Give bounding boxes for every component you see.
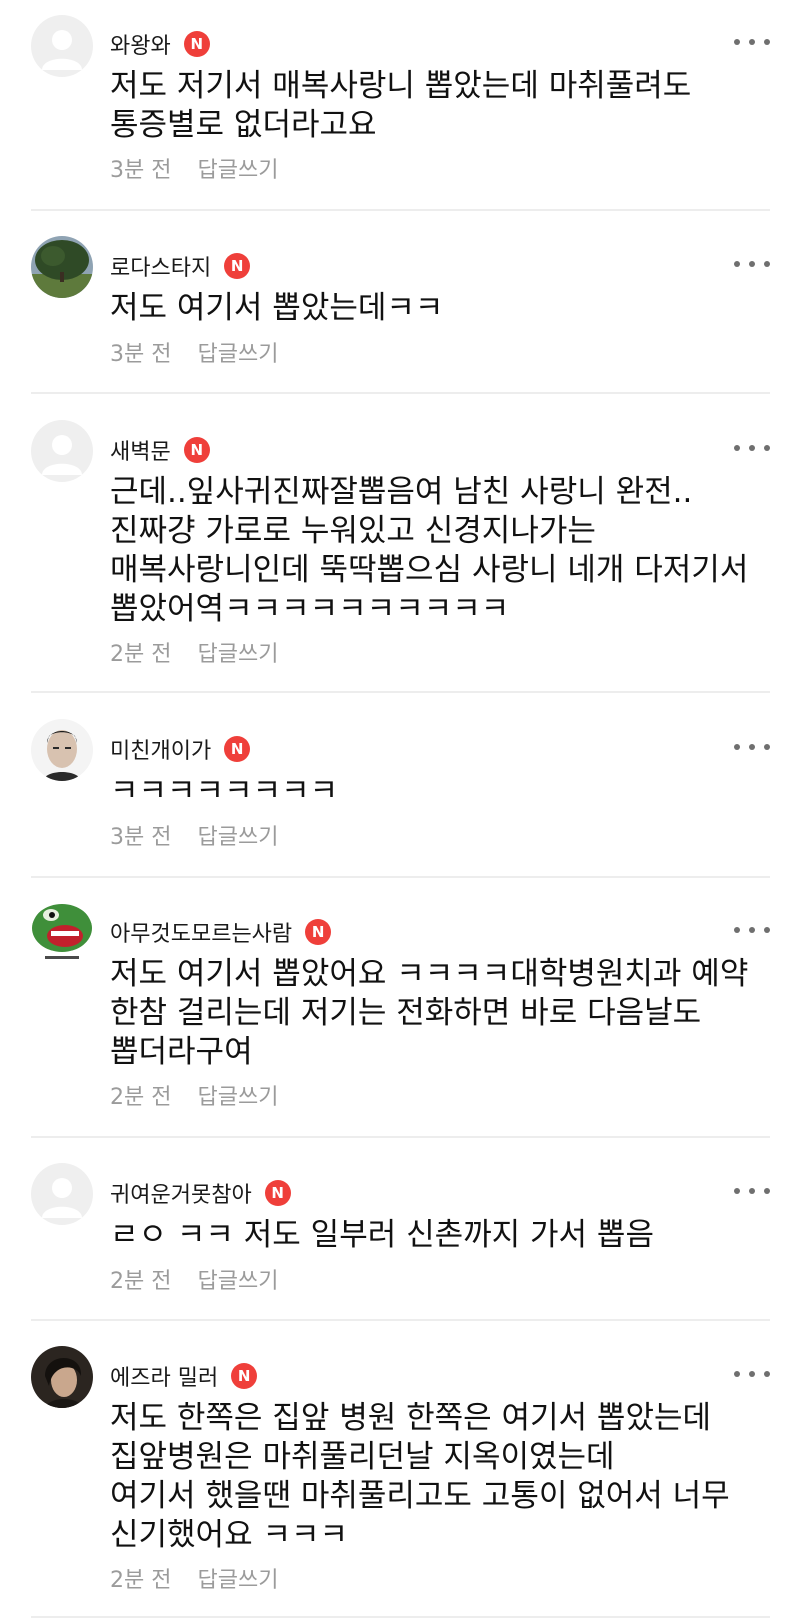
comment-meta: 3분 전 답글쓰기	[110, 336, 278, 368]
divider	[31, 1319, 770, 1321]
username[interactable]: 아무것도모르는사람	[110, 916, 292, 948]
more-options-button[interactable]	[734, 436, 770, 460]
default-avatar[interactable]	[31, 1163, 93, 1225]
person-portrait-photo[interactable]	[31, 1346, 93, 1408]
username-row: 에즈라 밀러 N	[110, 1360, 258, 1392]
timestamp: 3분 전	[110, 825, 172, 850]
username[interactable]: 로다스타지	[110, 250, 211, 282]
username-row: 새벽문 N	[110, 435, 210, 465]
divider	[31, 1616, 770, 1618]
comment-text: 저도 여기서 뽑았어요 ㅋㅋㅋㅋ대학병원치과 예약 한참 걸리는데 저기는 전화…	[110, 956, 759, 1070]
default-avatar[interactable]	[31, 15, 93, 77]
username-row: 로다스타지 N	[110, 250, 251, 282]
comment-text: 저도 한쪽은 집앞 병원 한쪽은 여기서 뽑았는데 집앞병원은 마취풀리던날 지…	[110, 1400, 730, 1553]
new-badge-icon: N	[224, 253, 251, 279]
new-badge-icon: N	[231, 1363, 258, 1389]
divider	[31, 1136, 770, 1138]
frog-cartoon[interactable]	[31, 902, 93, 964]
comment-meta: 3분 전 답글쓰기	[110, 152, 278, 184]
reply-link[interactable]: 답글쓰기	[197, 1079, 278, 1111]
comment-text: ㅋㅋㅋㅋㅋㅋㅋㅋ	[110, 773, 339, 809]
divider	[31, 392, 770, 394]
timestamp: 2분 전	[110, 642, 172, 667]
more-options-button[interactable]	[734, 252, 770, 276]
username[interactable]: 귀여운거못참아	[110, 1177, 252, 1209]
more-options-button[interactable]	[734, 735, 770, 759]
comment-text: 저도 여기서 뽑았는데ㅋㅋ	[110, 290, 444, 326]
comment-text: 저도 저기서 매복사랑니 뽑았는데 마취풀려도 통증별로 없더라고요	[110, 68, 702, 143]
reply-link[interactable]: 답글쓰기	[197, 1263, 278, 1295]
comment-meta: 3분 전 답글쓰기	[110, 819, 278, 851]
username[interactable]: 새벽문	[110, 434, 171, 466]
comment-meta: 2분 전 답글쓰기	[110, 1562, 278, 1594]
comment-meta: 2분 전 답글쓰기	[110, 1079, 278, 1111]
reply-link[interactable]: 답글쓰기	[197, 152, 278, 184]
comment-text: 근데..잎사귀진짜잘뽑음여 남친 사랑니 완전..진짜걍 가로로 누워있고 신경…	[110, 474, 759, 627]
username-row: 아무것도모르는사람 N	[110, 916, 332, 948]
divider	[31, 876, 770, 878]
reply-link[interactable]: 답글쓰기	[197, 1562, 278, 1594]
more-options-button[interactable]	[734, 1362, 770, 1386]
new-badge-icon: N	[183, 31, 210, 57]
new-badge-icon: N	[264, 1180, 291, 1206]
username-row: 와왕와 N	[110, 29, 210, 59]
reply-link[interactable]: 답글쓰기	[197, 636, 278, 668]
username[interactable]: 미친개이가	[110, 733, 211, 765]
comment-meta: 2분 전 답글쓰기	[110, 1263, 278, 1295]
username[interactable]: 와왕와	[110, 28, 171, 60]
timestamp: 2분 전	[110, 1085, 172, 1110]
tree-field-photo[interactable]	[31, 236, 93, 298]
divider	[31, 209, 770, 211]
more-options-button[interactable]	[734, 1179, 770, 1203]
timestamp: 3분 전	[110, 158, 172, 183]
new-badge-icon: N	[224, 736, 251, 762]
username[interactable]: 에즈라 밀러	[110, 1360, 218, 1392]
comment-meta: 2분 전 답글쓰기	[110, 636, 278, 668]
new-badge-icon: N	[305, 919, 332, 945]
timestamp: 2분 전	[110, 1269, 172, 1294]
reply-link[interactable]: 답글쓰기	[197, 819, 278, 851]
timestamp: 3분 전	[110, 342, 172, 367]
timestamp: 2분 전	[110, 1568, 172, 1593]
default-avatar[interactable]	[31, 420, 93, 482]
divider	[31, 691, 770, 693]
more-options-button[interactable]	[734, 30, 770, 54]
reply-link[interactable]: 답글쓰기	[197, 336, 278, 368]
new-badge-icon: N	[183, 437, 210, 463]
man-face-photo[interactable]	[31, 719, 93, 781]
username-row: 미친개이가 N	[110, 733, 251, 765]
more-options-button[interactable]	[734, 918, 770, 942]
username-row: 귀여운거못참아 N	[110, 1178, 291, 1208]
comment-text: ㄹㅇ ㅋㅋ 저도 일부러 신촌까지 가서 뽑음	[110, 1217, 654, 1253]
